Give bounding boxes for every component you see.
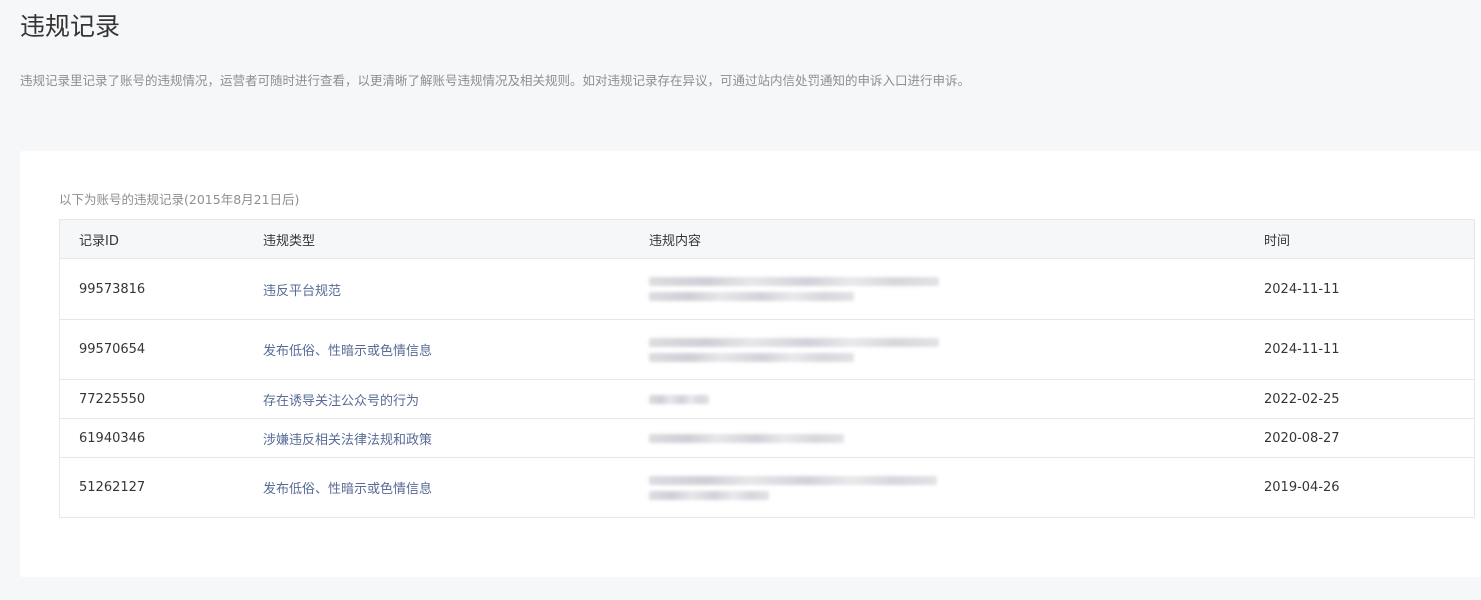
redacted-line	[649, 433, 844, 443]
record-time: 2022-02-25	[1264, 379, 1475, 419]
violation-content-redacted	[649, 379, 1264, 419]
violation-type-link[interactable]: 发布低俗、性暗示或色情信息	[263, 319, 649, 380]
violation-type-label[interactable]: 涉嫌违反相关法律法规和政策	[263, 433, 432, 448]
redacted-line	[649, 352, 854, 362]
table-row: 99570654 发布低俗、性暗示或色情信息 2024-11-11	[59, 319, 1475, 380]
redacted-content	[649, 433, 1264, 443]
column-header-time: 时间	[1264, 219, 1475, 259]
table-row: 51262127 发布低俗、性暗示或色情信息 2019-04-26	[59, 457, 1475, 518]
record-time: 2019-04-26	[1264, 457, 1475, 518]
table-row: 61940346 涉嫌违反相关法律法规和政策 2020-08-27	[59, 418, 1475, 458]
redacted-line	[649, 277, 939, 286]
violation-content-redacted	[649, 319, 1264, 380]
redacted-content	[649, 337, 1264, 362]
violation-records-card: 以下为账号的违规记录(2015年8月21日后) 记录ID 违规类型 违规内容 时…	[20, 151, 1481, 577]
column-header-id: 记录ID	[59, 219, 263, 259]
page-description: 违规记录里记录了账号的违规情况，运营者可随时进行查看，以更清晰了解账号违规情况及…	[20, 73, 971, 88]
record-time: 2024-11-11	[1264, 258, 1475, 320]
redacted-line	[649, 337, 939, 347]
redacted-line	[649, 475, 937, 485]
column-header-type: 违规类型	[263, 219, 649, 259]
record-id: 99573816	[59, 258, 263, 320]
table-header-row: 记录ID 违规类型 违规内容 时间	[59, 219, 1475, 259]
violation-type-label[interactable]: 违反平台规范	[263, 284, 341, 299]
record-id: 51262127	[59, 457, 263, 518]
record-time: 2024-11-11	[1264, 319, 1475, 380]
redacted-line	[649, 292, 854, 301]
table-row: 99573816 违反平台规范 2024-11-11	[59, 258, 1475, 320]
violation-records-table: 记录ID 违规类型 违规内容 时间 99573816 违反平台规范 2024-1…	[59, 219, 1475, 518]
violation-type-link[interactable]: 违反平台规范	[263, 258, 649, 320]
redacted-line	[649, 490, 769, 500]
violation-type-link[interactable]: 发布低俗、性暗示或色情信息	[263, 457, 649, 518]
violation-content-redacted	[649, 457, 1264, 518]
violation-content-redacted	[649, 258, 1264, 320]
redacted-line	[649, 394, 709, 404]
record-id: 61940346	[59, 418, 263, 458]
redacted-content	[649, 277, 1264, 301]
table-caption: 以下为账号的违规记录(2015年8月21日后)	[59, 192, 300, 207]
record-id: 77225550	[59, 379, 263, 419]
redacted-content	[649, 394, 1264, 404]
redacted-content	[649, 475, 1264, 500]
column-header-content: 违规内容	[649, 219, 1264, 259]
record-time: 2020-08-27	[1264, 418, 1475, 458]
violation-type-label[interactable]: 发布低俗、性暗示或色情信息	[263, 482, 432, 497]
record-id: 99570654	[59, 319, 263, 380]
violation-type-label[interactable]: 存在诱导关注公众号的行为	[263, 394, 419, 409]
page-title: 违规记录	[20, 12, 121, 41]
violation-type-link[interactable]: 存在诱导关注公众号的行为	[263, 379, 649, 419]
table-row: 77225550 存在诱导关注公众号的行为 2022-02-25	[59, 379, 1475, 419]
violation-type-link[interactable]: 涉嫌违反相关法律法规和政策	[263, 418, 649, 458]
violation-content-redacted	[649, 418, 1264, 458]
violation-type-label[interactable]: 发布低俗、性暗示或色情信息	[263, 344, 432, 359]
